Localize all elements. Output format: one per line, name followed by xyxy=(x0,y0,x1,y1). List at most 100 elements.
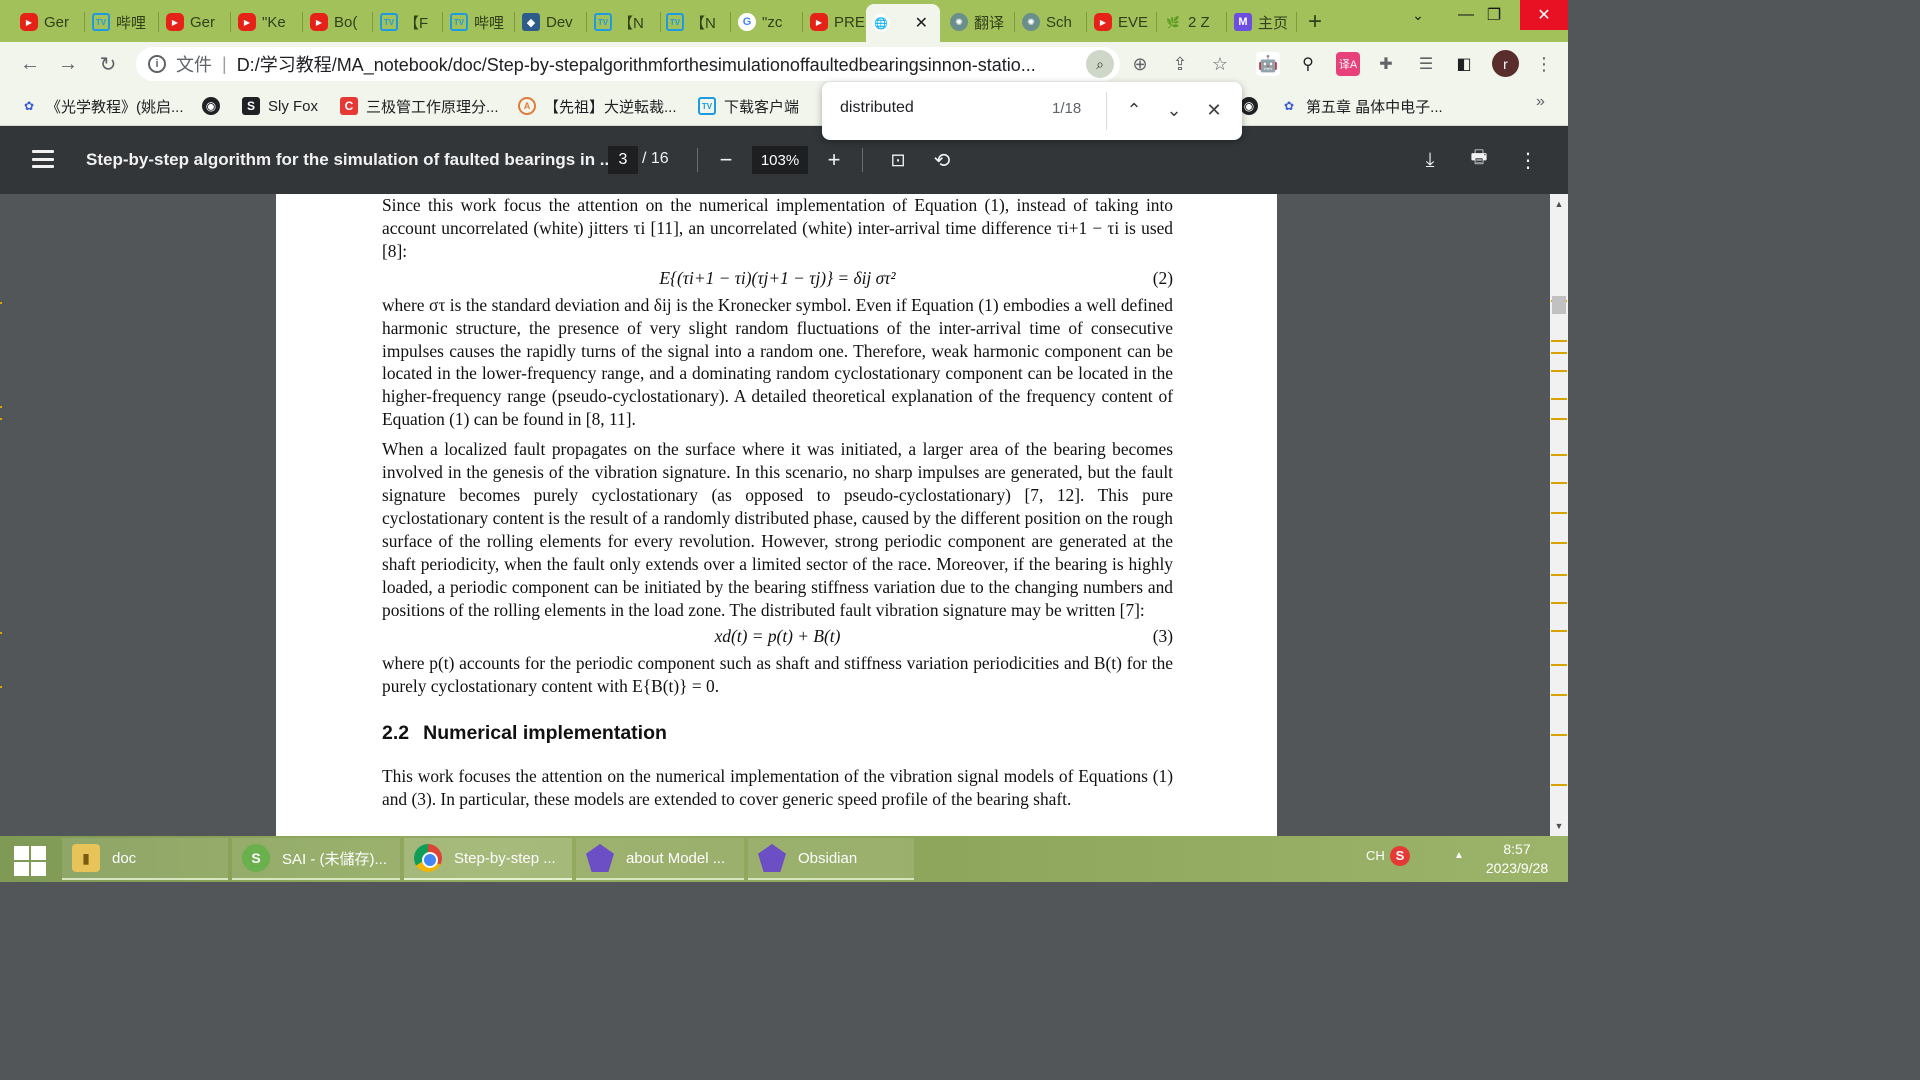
zoom-in-icon[interactable]: + xyxy=(822,146,846,174)
tab-15[interactable]: ▶ EVE xyxy=(1088,6,1154,38)
equation-3: xd(t) = p(t) + B(t) (3) xyxy=(382,621,1173,652)
reload-icon[interactable]: ↻ xyxy=(94,50,122,78)
fit-to-page-icon[interactable]: ⊡ xyxy=(884,146,912,174)
folder-icon: ▮ xyxy=(72,844,100,872)
taskbar-item-obsidian-model[interactable]: about Model ... xyxy=(576,838,744,880)
bookmarks-bar: ✿ 《光学教程》(姚启... ◉ S Sly Fox C 三极管工作原理分... A 【… xyxy=(0,86,1568,126)
forward-icon[interactable]: → xyxy=(54,50,82,78)
tab-16[interactable]: 🌿 2 Z xyxy=(1158,6,1224,38)
bookmark-item[interactable]: S Sly Fox xyxy=(242,94,318,118)
scroll-down-icon[interactable]: ▼ xyxy=(1550,818,1568,834)
bookmarks-overflow-button[interactable]: » xyxy=(1536,93,1545,111)
windows-start-icon[interactable] xyxy=(14,846,46,876)
extensions-icon[interactable]: ✚ xyxy=(1374,52,1398,76)
zoom-out-icon[interactable]: − xyxy=(714,146,738,174)
more-menu-icon[interactable]: ⋮ xyxy=(1532,52,1556,76)
bookmark-item[interactable]: ◉ xyxy=(202,94,220,118)
bookmark-item[interactable]: TV 下载客户端 xyxy=(698,94,799,118)
share-icon[interactable]: ⇪ xyxy=(1168,52,1192,76)
pdf-more-icon[interactable]: ⋮ xyxy=(1514,146,1542,174)
side-panel-icon[interactable]: ◧ xyxy=(1452,52,1476,76)
tab-4[interactable]: ▶ Bo( xyxy=(304,6,370,38)
bilibili-icon: TV xyxy=(698,97,716,115)
back-icon[interactable]: ← xyxy=(16,50,44,78)
section-heading: 2.2 Numerical implementation xyxy=(382,722,667,745)
ime-indicator[interactable]: CH xyxy=(1366,848,1385,863)
globe-icon: ◉ xyxy=(202,97,220,115)
find-close-icon[interactable]: ✕ xyxy=(1202,98,1226,122)
site-info-icon[interactable]: i xyxy=(148,55,166,73)
clock-time: 8:57 xyxy=(1503,841,1531,857)
new-tab-button[interactable]: + xyxy=(1308,8,1322,36)
mastodon-icon: M xyxy=(1234,13,1252,31)
find-input[interactable]: distributed xyxy=(840,99,1040,117)
zoom-icon[interactable]: ⊕ xyxy=(1128,52,1152,76)
system-clock[interactable]: 8:57 2023/9/28 xyxy=(1472,840,1562,878)
restore-icon[interactable]: ❐ xyxy=(1470,0,1518,30)
window-close-icon[interactable]: ✕ xyxy=(1520,0,1568,30)
tab-10[interactable]: G "zc xyxy=(732,6,800,38)
tab-17[interactable]: M 主页 xyxy=(1228,6,1294,38)
taskbar-item-doc[interactable]: ▮ doc xyxy=(62,838,228,880)
pdf-viewer[interactable]: Since this work focus the attention on t… xyxy=(0,194,1568,836)
tab-search-icon[interactable]: ⌄ xyxy=(1394,0,1442,30)
tab-6[interactable]: TV 哔哩 xyxy=(444,6,512,38)
taskbar-item-obsidian[interactable]: Obsidian xyxy=(748,838,914,880)
tab-5[interactable]: TV 【F xyxy=(374,6,440,38)
tab-13[interactable]: ✺ 翻译 xyxy=(944,6,1012,38)
pdf-menu-icon[interactable] xyxy=(32,148,54,170)
rotate-icon[interactable]: ⟲ xyxy=(928,146,956,174)
taskbar-item-chrome[interactable]: Step-by-step ... xyxy=(404,838,572,880)
tab-1[interactable]: TV 哔哩 xyxy=(86,6,156,38)
print-icon[interactable]: 🖶 xyxy=(1465,146,1493,174)
paragraph: Since this work focus the attention on t… xyxy=(382,195,1173,261)
find-previous-icon[interactable]: ⌃ xyxy=(1122,98,1146,122)
pdf-scrollbar[interactable]: ▲ ▼ xyxy=(1550,194,1568,836)
c-icon: C xyxy=(340,97,358,115)
tab-11[interactable]: ▶ PRE xyxy=(804,6,866,38)
baidu-icon: ✿ xyxy=(1283,99,1295,113)
tab-2[interactable]: ▶ Ger xyxy=(160,6,228,38)
find-next-icon[interactable]: ⌄ xyxy=(1162,98,1186,122)
address-bar[interactable]: i 文件 | D:/学习教程/MA_notebook/doc/Step-by-s… xyxy=(136,47,1120,81)
bookmark-item[interactable]: C 三极管工作原理分... xyxy=(340,94,499,118)
page-content: Since this work focus the attention on t… xyxy=(382,194,1173,811)
tab-9[interactable]: TV 【N xyxy=(660,6,728,38)
bookmark-item[interactable]: ◉ xyxy=(1240,94,1258,118)
tab-3[interactable]: ▶ "Ke xyxy=(232,6,300,38)
robot-extension-icon[interactable]: 🤖 xyxy=(1256,52,1280,76)
translate-extension-icon[interactable]: 译A xyxy=(1336,52,1360,76)
zoom-level-input[interactable]: 103% xyxy=(752,146,808,174)
close-tab-icon[interactable]: ✕ xyxy=(915,13,928,33)
find-in-page-icon[interactable]: ⌕ xyxy=(1086,50,1114,78)
tab-8[interactable]: TV 【N xyxy=(588,6,658,38)
reading-list-icon[interactable]: ☰ xyxy=(1414,52,1438,76)
tab-7[interactable]: ◆ Dev xyxy=(516,6,584,38)
chatgpt-icon: ✺ xyxy=(1022,13,1040,31)
page-number-input[interactable]: 3 xyxy=(608,146,638,174)
bookmark-item[interactable]: A 【先祖】大逆転裁... xyxy=(518,94,677,118)
pdf-page: Since this work focus the attention on t… xyxy=(276,194,1277,836)
equation-number: (2) xyxy=(1152,267,1173,288)
youtube-icon: ▶ xyxy=(238,13,256,31)
scheme-label: 文件 xyxy=(176,55,212,75)
url-text[interactable]: D:/学习教程/MA_notebook/doc/Step-by-stepalgo… xyxy=(237,51,1036,77)
browser-toolbar: ← → ↻ i 文件 | D:/学习教程/MA_notebook/doc/Ste… xyxy=(0,42,1568,86)
bookmark-item[interactable]: ✿ 第五章 晶体中电子... xyxy=(1280,94,1443,118)
scroll-up-icon[interactable]: ▲ xyxy=(1550,196,1568,212)
scroll-thumb[interactable] xyxy=(1552,296,1566,314)
tab-active-pdf[interactable]: 🌐 ✕ xyxy=(866,4,940,42)
tab-0[interactable]: ▶ Ger xyxy=(14,6,82,38)
tab-14[interactable]: ✺ Sch xyxy=(1016,6,1084,38)
youtube-icon: ▶ xyxy=(810,13,828,31)
globe-icon: 🌐 xyxy=(872,14,890,32)
taskbar-item-sai[interactable]: S SAI - (未儲存)... xyxy=(232,838,400,880)
pdf-toolbar: Step-by-step algorithm for the simulatio… xyxy=(0,126,1568,194)
download-icon[interactable]: ⤓ xyxy=(1416,146,1444,174)
sogou-ime-icon[interactable]: S xyxy=(1390,846,1410,866)
pin-extension-icon[interactable]: ⚲ xyxy=(1296,52,1320,76)
profile-avatar[interactable]: r xyxy=(1492,50,1519,77)
tray-expand-icon[interactable]: ▲ xyxy=(1454,850,1464,861)
bookmark-item[interactable]: ✿ 《光学教程》(姚启... xyxy=(20,94,184,118)
bookmark-star-icon[interactable]: ☆ xyxy=(1208,52,1232,76)
